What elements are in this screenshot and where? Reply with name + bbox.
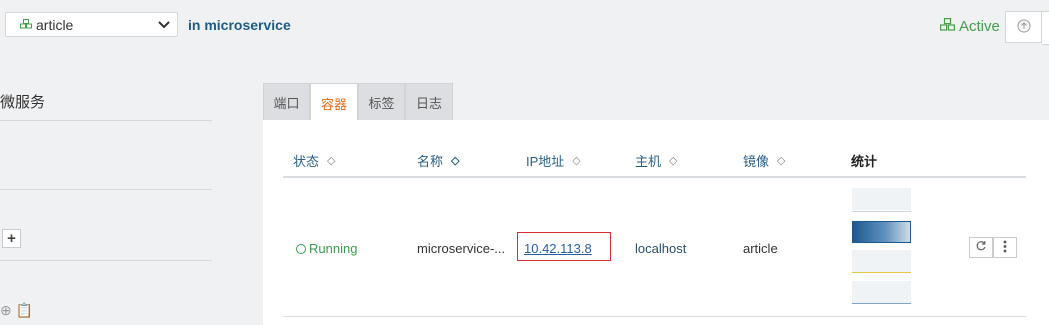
column-label: 主机 bbox=[635, 154, 662, 169]
header-button-edge bbox=[1042, 11, 1049, 45]
column-label: IP地址 bbox=[526, 154, 565, 169]
state-label: Active bbox=[959, 18, 1000, 35]
cubes-icon bbox=[20, 17, 32, 32]
column-label: 名称 bbox=[417, 154, 444, 169]
divider bbox=[0, 260, 212, 261]
column-stats: 统计 bbox=[851, 151, 877, 170]
sparkline-baseline bbox=[852, 303, 911, 304]
column-status[interactable]: 状态 ◇ bbox=[293, 151, 335, 170]
arrow-up-circle-icon bbox=[1017, 19, 1031, 36]
host-link[interactable]: localhost bbox=[635, 241, 686, 256]
tab-labels[interactable]: 标签 bbox=[358, 83, 405, 121]
sparkline-baseline bbox=[852, 272, 911, 273]
upgrade-button[interactable] bbox=[1005, 11, 1042, 43]
status-text: Running bbox=[309, 241, 358, 256]
header-divider bbox=[283, 176, 1026, 178]
column-ip[interactable]: IP地址 ◇ bbox=[526, 151, 581, 170]
row-divider bbox=[283, 316, 1026, 317]
storage-sparkline bbox=[852, 281, 911, 303]
restart-button[interactable] bbox=[969, 237, 993, 258]
circle-icon bbox=[296, 243, 306, 254]
add-button[interactable]: + bbox=[2, 229, 21, 248]
divider bbox=[0, 120, 212, 121]
column-name[interactable]: 名称 ◇ bbox=[417, 151, 459, 170]
service-select[interactable]: article bbox=[5, 12, 178, 37]
ip-link[interactable]: 10.42.113.8 bbox=[524, 241, 592, 256]
image-name: article bbox=[743, 241, 778, 256]
sort-icon: ◇ bbox=[451, 155, 460, 167]
column-host[interactable]: 主机 ◇ bbox=[635, 151, 677, 170]
sidebar-title: 微服务 bbox=[0, 94, 46, 111]
column-image[interactable]: 镜像 ◇ bbox=[743, 151, 785, 170]
sort-icon: ◇ bbox=[327, 155, 336, 167]
cpu-sparkline bbox=[852, 188, 911, 210]
service-select-value: article bbox=[36, 16, 74, 33]
service-state: Active bbox=[940, 18, 1000, 35]
column-label: 镜像 bbox=[743, 154, 770, 169]
row-menu-button[interactable] bbox=[993, 237, 1017, 258]
network-sparkline bbox=[852, 250, 911, 272]
chevron-down-icon bbox=[157, 17, 171, 33]
stack-label[interactable]: in microservice bbox=[188, 17, 291, 33]
sort-icon: ◇ bbox=[572, 155, 581, 167]
container-name[interactable]: microservice-... bbox=[417, 241, 505, 256]
vertical-dots-icon bbox=[1003, 240, 1007, 256]
sort-icon: ◇ bbox=[777, 155, 786, 167]
sidebar-icons: ⊕ 📋 bbox=[0, 302, 34, 318]
column-label: 状态 bbox=[293, 154, 320, 169]
tab-logs[interactable]: 日志 bbox=[405, 83, 453, 121]
memory-sparkline bbox=[852, 221, 911, 243]
sort-icon: ◇ bbox=[669, 155, 678, 167]
sparkline-baseline bbox=[852, 211, 911, 212]
tab-ports[interactable]: 端口 bbox=[263, 83, 310, 121]
column-label: 统计 bbox=[851, 154, 878, 169]
cubes-icon bbox=[940, 18, 955, 35]
divider bbox=[0, 189, 212, 190]
tab-containers[interactable]: 容器 bbox=[310, 83, 358, 122]
status-badge: Running bbox=[296, 241, 357, 256]
restart-icon bbox=[975, 240, 987, 255]
